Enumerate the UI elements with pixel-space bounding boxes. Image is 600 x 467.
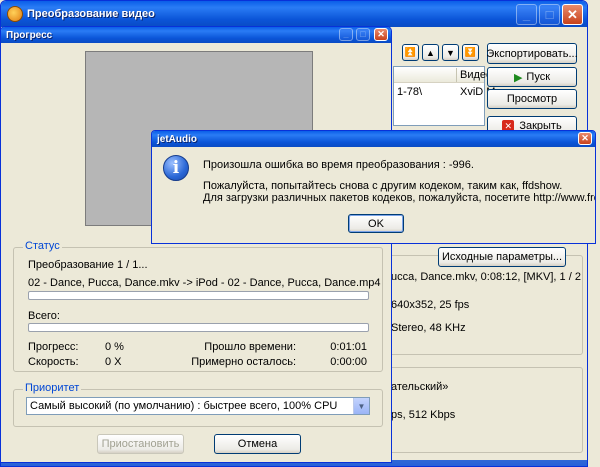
info-line-profile: ательский»: [391, 381, 449, 393]
file-list[interactable]: Видео 1-78\ XviD M: [393, 66, 495, 126]
priority-select[interactable]: Самый высокий (по умолчанию) : быстрее в…: [26, 397, 370, 415]
close-window-button[interactable]: ✕: [562, 4, 583, 25]
priority-group-label: Приоритет: [23, 382, 82, 394]
remaining-value: 0:00:00: [330, 356, 367, 368]
move-up-button[interactable]: ▲: [422, 44, 439, 61]
error-dialog: jetAudio ✕ i Произошла ошибка во время п…: [151, 130, 596, 244]
maximize-button[interactable]: □: [539, 4, 560, 25]
file-progress-bar: [28, 291, 369, 300]
elapsed-label: Прошло времени:: [204, 341, 296, 353]
error-message-main: Произошла ошибка во время преобразования…: [203, 159, 474, 171]
chevron-down-icon[interactable]: ▼: [353, 398, 369, 414]
play-icon: ▶: [513, 71, 523, 84]
converting-text: Преобразование 1 / 1...: [28, 259, 148, 271]
file-path-text: 02 - Dance, Pucca, Dance.mkv -> iPod - 0…: [28, 277, 381, 289]
list-header-divider: [456, 68, 457, 82]
main-window-title: Преобразование видео: [27, 8, 155, 20]
error-title-bar[interactable]: jetAudio: [152, 131, 595, 147]
remaining-label: Примерно осталось:: [191, 356, 296, 368]
double-down-arrow-icon: ⏬: [464, 47, 477, 57]
error-message-retry: Пожалуйста, попытайтесь снова с другим к…: [203, 180, 563, 192]
progress-value: 0 %: [105, 341, 124, 353]
move-down-button[interactable]: ▼: [442, 44, 459, 61]
move-top-button[interactable]: ⏫: [402, 44, 419, 61]
info-line-audio: Stereo, 48 KHz: [391, 322, 466, 334]
progress-close-button[interactable]: ✕: [374, 28, 388, 41]
pause-button[interactable]: Приостановить: [97, 434, 184, 454]
main-title-bar[interactable]: Преобразование видео: [1, 1, 587, 27]
start-button[interactable]: ▶ Пуск: [487, 67, 577, 87]
error-close-button[interactable]: ✕: [578, 132, 592, 145]
error-dialog-title: jetAudio: [157, 133, 197, 145]
preview-button[interactable]: Просмотр: [487, 89, 577, 109]
start-button-label: Пуск: [526, 71, 551, 83]
ok-button[interactable]: OK: [348, 214, 404, 233]
up-arrow-icon: ▲: [426, 47, 435, 58]
speed-value: 0 X: [105, 356, 122, 368]
info-icon: i: [163, 155, 189, 181]
progress-label: Прогресс:: [28, 341, 79, 353]
info-line-bitrate: ps, 512 Kbps: [391, 409, 456, 421]
status-group-label: Статус: [23, 240, 62, 252]
cancel-button[interactable]: Отмена: [214, 434, 301, 454]
progress-title-bar[interactable]: Прогресс: [1, 27, 391, 43]
error-message-codecs: Для загрузки различных пакетов кодеков, …: [203, 192, 595, 204]
move-bottom-button[interactable]: ⏬: [462, 44, 479, 61]
list-cell-index: 1-78\: [397, 86, 423, 98]
export-button[interactable]: Экспортировать...: [486, 43, 578, 64]
minimize-button[interactable]: _: [516, 4, 537, 25]
info-line-file: ucca, Dance.mkv, 0:08:12, [MKV], 1 / 2: [391, 271, 581, 283]
source-params-button[interactable]: Исходные параметры...: [438, 247, 566, 267]
speed-label: Скорость:: [28, 356, 79, 368]
elapsed-value: 0:01:01: [330, 341, 367, 353]
info-line-video: 640x352, 25 fps: [391, 299, 470, 311]
progress-dialog: Прогресс _ □ ✕ Статус Преобразование 1 /…: [0, 26, 392, 463]
double-up-arrow-icon: ⏫: [404, 47, 417, 57]
jetaudio-app-icon: [7, 6, 23, 22]
progress-dialog-title: Прогресс: [6, 29, 53, 41]
progress-minimize-button[interactable]: _: [339, 28, 353, 41]
total-label: Всего:: [28, 310, 60, 322]
priority-selected-value: Самый высокий (по умолчанию) : быстрее в…: [30, 400, 338, 412]
progress-maximize-button[interactable]: □: [356, 28, 370, 41]
down-arrow-icon: ▼: [446, 47, 455, 58]
total-progress-bar: [28, 323, 369, 332]
